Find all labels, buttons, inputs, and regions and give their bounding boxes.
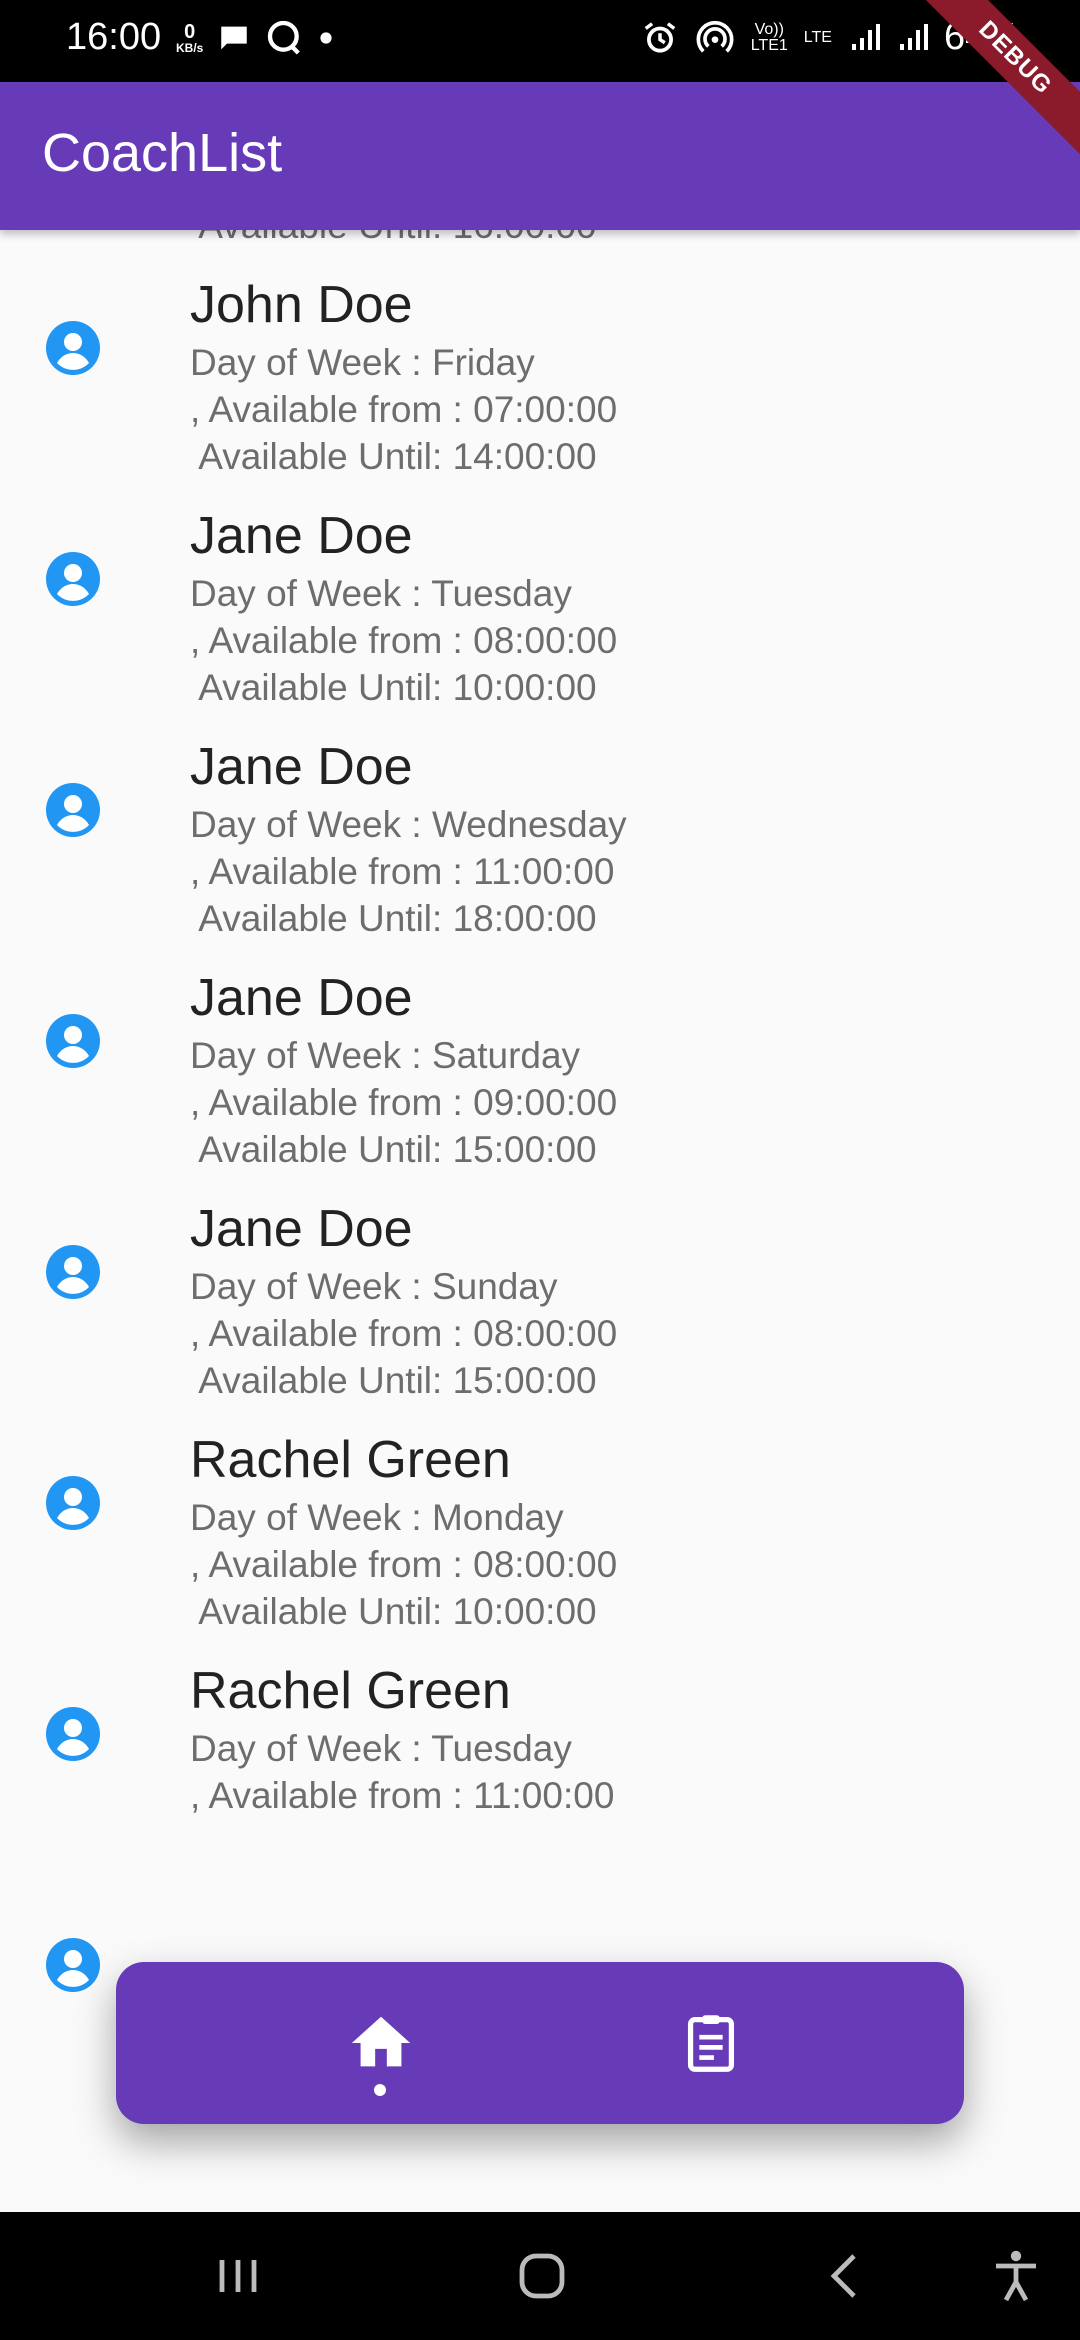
nav-clipboard-button[interactable] xyxy=(676,2008,746,2078)
account-circle-icon xyxy=(46,1245,100,1299)
coach-day-line: Day of Week : Friday xyxy=(190,342,535,383)
account-circle-icon xyxy=(46,321,100,375)
selected-indicator-dot xyxy=(374,2084,386,2096)
account-circle-icon xyxy=(46,552,100,606)
coach-from-line: , Available from : 11:00:00 xyxy=(190,851,615,892)
coach-from-line: , Available from : 09:00:00 xyxy=(190,1082,618,1123)
coach-name: Rachel Green xyxy=(190,1662,511,1720)
alarm-icon xyxy=(644,21,676,53)
coach-name: Rachel Green xyxy=(190,1431,511,1489)
coach-day-line: Day of Week : Monday xyxy=(190,1497,564,1538)
coach-list-item[interactable]: Rachel Green Day of Week : Monday , Avail… xyxy=(0,1376,1080,1632)
coach-list-inner: John Doe Day of Week : Thursday, Availab… xyxy=(0,230,1080,2094)
coach-list-item[interactable]: Rachel Green Day of Week : Tuesday , Avai… xyxy=(0,1607,1080,1838)
coach-name: Jane Doe xyxy=(190,507,413,565)
coach-day-line: Day of Week : Wednesday xyxy=(190,804,627,845)
recent-apps-icon xyxy=(219,2260,257,2292)
coach-list-item[interactable]: John Doe Day of Week : Friday , Available… xyxy=(0,230,1080,477)
back-icon xyxy=(830,2254,856,2298)
coach-day-line: Day of Week : Sunday xyxy=(190,1266,558,1307)
status-left-icons: 0 KB/s xyxy=(176,18,333,58)
coach-name: Jane Doe xyxy=(190,1200,413,1258)
home-system-button[interactable] xyxy=(512,2246,592,2306)
home-outline-icon xyxy=(519,2253,565,2299)
account-circle-icon xyxy=(46,783,100,837)
net-speed-indicator: 0 KB/s xyxy=(176,21,204,55)
hotspot-icon xyxy=(696,20,734,53)
home-icon xyxy=(351,2016,411,2067)
clipboard-icon xyxy=(687,2015,735,2072)
lte-indicator: LTE xyxy=(803,28,832,46)
coach-list-item[interactable]: Jane Doe Day of Week : Wednesday , Availa… xyxy=(0,683,1080,939)
app-bar: CoachList xyxy=(0,82,1080,230)
account-circle-icon xyxy=(46,1938,100,1992)
account-circle-icon xyxy=(46,1014,100,1068)
coach-list-item[interactable]: Jane Doe Day of Week : Sunday , Available… xyxy=(0,1145,1080,1401)
signal-icon xyxy=(851,23,880,50)
coach-day-line: Day of Week : Tuesday xyxy=(190,1728,572,1769)
coach-name: Jane Doe xyxy=(190,969,413,1027)
system-navigation-bar xyxy=(0,2212,1080,2340)
coach-day-line: Day of Week : Saturday xyxy=(190,1035,581,1076)
coach-from-line: , Available from : 07:00:00 xyxy=(190,389,618,430)
nav-home-button[interactable] xyxy=(346,2008,416,2078)
message-icon xyxy=(221,26,248,50)
volte-indicator: Vo)) LTE1 xyxy=(750,20,788,54)
coach-from-line: , Available from : 08:00:00 xyxy=(190,620,618,661)
recent-apps-button[interactable] xyxy=(210,2246,290,2306)
coach-list-item[interactable]: Jane Doe Day of Week : Saturday , Availab… xyxy=(0,914,1080,1170)
coach-from-line: , Available from : 08:00:00 xyxy=(190,1313,618,1354)
coach-list-item[interactable]: Jane Doe Day of Week : Tuesday , Availabl… xyxy=(0,452,1080,708)
status-bar: 16:00 0 KB/s Vo)) LTE1 LTE 64% xyxy=(0,0,1080,82)
coach-list[interactable]: John Doe Day of Week : Thursday, Availab… xyxy=(0,230,1080,2212)
coach-name: Jane Doe xyxy=(190,738,413,796)
accessibility-button[interactable] xyxy=(986,2246,1066,2306)
chat-bubble-icon xyxy=(268,20,301,55)
back-button[interactable] xyxy=(816,2246,896,2306)
coach-availability: Day of Week : Tuesday , Available from : … xyxy=(190,1725,614,1819)
bottom-navigation-bar xyxy=(116,1962,964,2124)
account-circle-icon xyxy=(46,1476,100,1530)
coach-from-line: , Available from : 08:00:00 xyxy=(190,1544,618,1585)
accessibility-icon xyxy=(996,2250,1036,2302)
app-title: CoachList xyxy=(42,123,283,183)
coach-day-line: Day of Week : Tuesday xyxy=(190,573,572,614)
account-circle-icon xyxy=(46,1707,100,1761)
coach-name: John Doe xyxy=(190,276,413,334)
dot-icon xyxy=(320,32,332,44)
signal-icon-2 xyxy=(899,23,928,50)
status-time: 16:00 xyxy=(66,16,162,58)
coach-from-line: , Available from : 11:00:00 xyxy=(190,1775,615,1816)
